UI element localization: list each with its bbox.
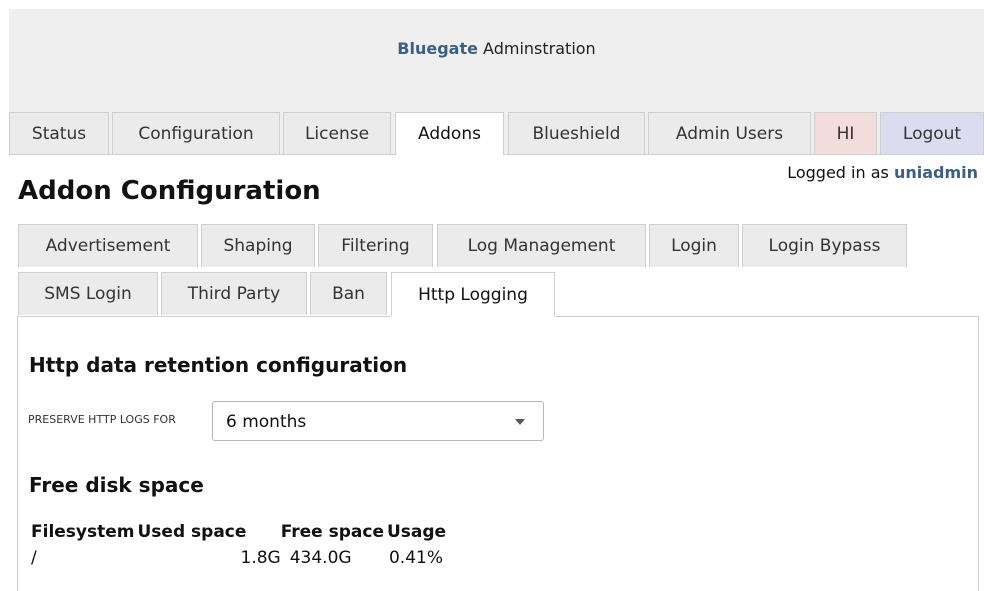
app-header: Bluegate Adminstration [9, 9, 984, 97]
preserve-logs-label: Preserve HTTP logs for [28, 413, 176, 426]
table-header-row: Filesystem Used space Free space Usage [31, 522, 449, 544]
tab-shaping[interactable]: Shaping [201, 224, 315, 267]
table-row: / 1.8G 434.0G 0.41% [31, 544, 449, 568]
col-usage: Usage [386, 522, 447, 542]
tab-license[interactable]: License [283, 112, 391, 154]
tab-configuration[interactable]: Configuration [112, 112, 280, 154]
addon-sub-tabs: Advertisement Shaping Filtering Log Mana… [18, 224, 984, 317]
page-title: Addon Configuration [18, 176, 321, 206]
http-logging-panel: Http data retention configuration Preser… [17, 316, 979, 591]
retention-heading: Http data retention configuration [29, 353, 408, 377]
tab-advertisement[interactable]: Advertisement [18, 224, 198, 267]
logged-in-prefix: Logged in as [787, 163, 894, 182]
tab-admin-users[interactable]: Admin Users [648, 112, 811, 154]
tab-addons[interactable]: Addons [395, 112, 504, 155]
disk-space-table: Filesystem Used space Free space Usage /… [31, 522, 449, 568]
header-title: Adminstration [477, 39, 596, 58]
logged-in-status: Logged in as uniadmin [787, 163, 978, 182]
col-used-space: Used space [137, 522, 247, 542]
tab-hi[interactable]: HI [814, 112, 877, 154]
brand-name: Bluegate [397, 39, 478, 58]
active-tab-connector [391, 316, 555, 318]
tab-http-logging[interactable]: Http Logging [391, 272, 555, 317]
tab-blueshield[interactable]: Blueshield [508, 112, 645, 154]
tab-log-management[interactable]: Log Management [437, 224, 646, 267]
col-filesystem: Filesystem [31, 522, 135, 542]
tab-sms-login[interactable]: SMS Login [18, 272, 158, 315]
tab-logout[interactable]: Logout [880, 112, 984, 154]
cell-free: 434.0G [289, 548, 352, 568]
tab-login-bypass[interactable]: Login Bypass [742, 224, 907, 267]
logged-in-user: uniadmin [893, 163, 978, 182]
cell-used: 1.8G [240, 548, 281, 568]
tab-filtering[interactable]: Filtering [318, 224, 433, 267]
cell-usage: 0.41% [388, 548, 443, 568]
tab-status[interactable]: Status [9, 112, 109, 154]
cell-filesystem: / [31, 548, 37, 568]
col-free-space: Free space [280, 522, 384, 542]
tab-third-party[interactable]: Third Party [161, 272, 307, 315]
tab-ban[interactable]: Ban [310, 272, 387, 315]
tab-login[interactable]: Login [649, 224, 739, 267]
disk-space-heading: Free disk space [29, 473, 204, 497]
chevron-down-icon[interactable] [515, 419, 525, 425]
preserve-logs-value: 6 months [226, 412, 307, 432]
main-tab-bar: Status Configuration License Addons Blue… [9, 97, 984, 155]
preserve-logs-select[interactable]: 6 months [212, 401, 544, 441]
